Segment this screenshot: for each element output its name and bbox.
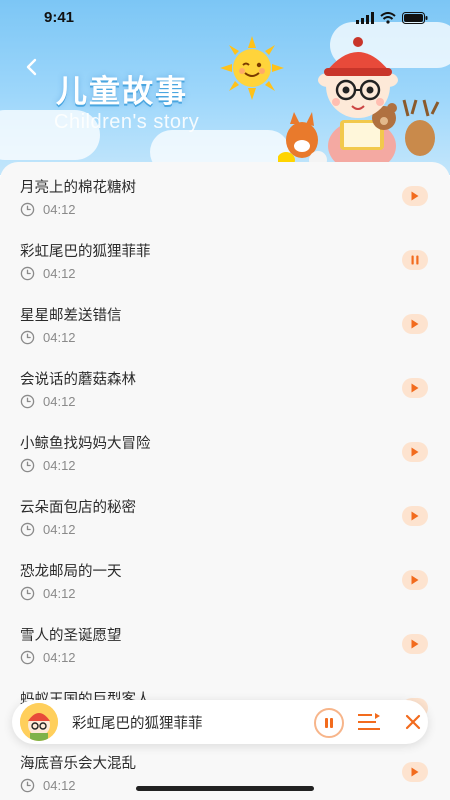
play-icon: [411, 511, 419, 521]
play-icon: [411, 447, 419, 457]
story-meta: 04:12: [20, 394, 76, 409]
play-icon: [411, 767, 419, 777]
clock-icon: [20, 458, 35, 473]
now-playing-title: 彩虹尾巴的狐狸菲菲: [72, 716, 203, 732]
story-row[interactable]: 星星邮差送错信 04:12: [0, 304, 450, 368]
story-duration: 04:12: [43, 266, 76, 281]
pause-button[interactable]: [402, 250, 428, 270]
clock-icon: [20, 778, 35, 793]
clock-icon: [20, 522, 35, 537]
story-title: 云朵面包店的秘密: [20, 500, 136, 516]
play-icon: [411, 191, 419, 201]
story-meta: 04:12: [20, 650, 76, 665]
story-duration: 04:12: [43, 522, 76, 537]
clock-icon: [20, 650, 35, 665]
page-title: 儿童故事: [56, 74, 188, 110]
story-duration: 04:12: [43, 778, 76, 793]
play-button[interactable]: [402, 570, 428, 590]
play-icon: [411, 639, 419, 649]
chevron-left-icon: [26, 58, 37, 76]
pause-icon: [325, 718, 333, 728]
story-row[interactable]: 月亮上的棉花糖树 04:12: [0, 176, 450, 240]
play-icon: [411, 575, 419, 585]
pause-icon: [411, 255, 419, 265]
story-row[interactable]: 小鲸鱼找妈妈大冒险 04:12: [0, 432, 450, 496]
story-row[interactable]: 海底音乐会大混乱 04:12: [0, 752, 450, 800]
clock-icon: [20, 394, 35, 409]
story-row[interactable]: 彩虹尾巴的狐狸菲菲 04:12: [0, 240, 450, 304]
story-duration: 04:12: [43, 202, 76, 217]
page-subtitle: Children's story: [54, 111, 200, 133]
story-row[interactable]: 云朵面包店的秘密 04:12: [0, 496, 450, 560]
header-banner: 9:41 儿童故事 Children's story: [0, 0, 450, 175]
now-playing-cover: [20, 703, 58, 741]
clock-icon: [20, 330, 35, 345]
playlist-icon[interactable]: [358, 712, 380, 732]
mascot-illustration: [278, 37, 440, 168]
clock-icon: [20, 202, 35, 217]
close-icon[interactable]: [404, 712, 422, 732]
play-button[interactable]: [402, 314, 428, 334]
home-indicator: [136, 786, 314, 791]
wifi-icon: [380, 12, 396, 24]
story-row[interactable]: 雪人的圣诞愿望 04:12: [0, 624, 450, 688]
story-duration: 04:12: [43, 586, 76, 601]
clock-icon: [20, 266, 35, 281]
story-title: 会说话的蘑菇森林: [20, 372, 136, 388]
story-meta: 04:12: [20, 586, 76, 601]
story-meta: 04:12: [20, 266, 76, 281]
story-title: 彩虹尾巴的狐狸菲菲: [20, 244, 151, 260]
play-button[interactable]: [402, 762, 428, 782]
story-duration: 04:12: [43, 330, 76, 345]
story-duration: 04:12: [43, 650, 76, 665]
story-title: 小鲸鱼找妈妈大冒险: [20, 436, 151, 452]
back-button[interactable]: [16, 52, 46, 82]
status-time: 9:41: [44, 9, 75, 26]
story-title: 月亮上的棉花糖树: [20, 180, 136, 196]
play-icon: [411, 383, 419, 393]
story-title: 恐龙邮局的一天: [20, 564, 122, 580]
story-row[interactable]: 恐龙邮局的一天 04:12: [0, 560, 450, 624]
story-meta: 04:12: [20, 202, 76, 217]
story-row[interactable]: 会说话的蘑菇森林 04:12: [0, 368, 450, 432]
story-title: 星星邮差送错信: [20, 308, 122, 324]
mascot-icon: [20, 703, 58, 741]
clock-icon: [20, 586, 35, 601]
story-meta: 04:12: [20, 330, 76, 345]
status-icons: [356, 12, 428, 24]
play-button[interactable]: [402, 186, 428, 206]
mini-pause-button[interactable]: [314, 708, 344, 738]
battery-icon: [402, 12, 428, 24]
signal-icon: [356, 12, 374, 24]
story-duration: 04:12: [43, 458, 76, 473]
play-icon: [411, 319, 419, 329]
play-button[interactable]: [402, 442, 428, 462]
play-button[interactable]: [402, 378, 428, 398]
story-duration: 04:12: [43, 394, 76, 409]
story-title: 雪人的圣诞愿望: [20, 628, 122, 644]
play-button[interactable]: [402, 634, 428, 654]
story-meta: 04:12: [20, 778, 76, 793]
play-button[interactable]: [402, 506, 428, 526]
story-title: 海底音乐会大混乱: [20, 756, 136, 772]
story-meta: 04:12: [20, 522, 76, 537]
sun-illustration: [220, 36, 284, 100]
story-meta: 04:12: [20, 458, 76, 473]
mini-player[interactable]: 彩虹尾巴的狐狸菲菲: [12, 700, 428, 744]
